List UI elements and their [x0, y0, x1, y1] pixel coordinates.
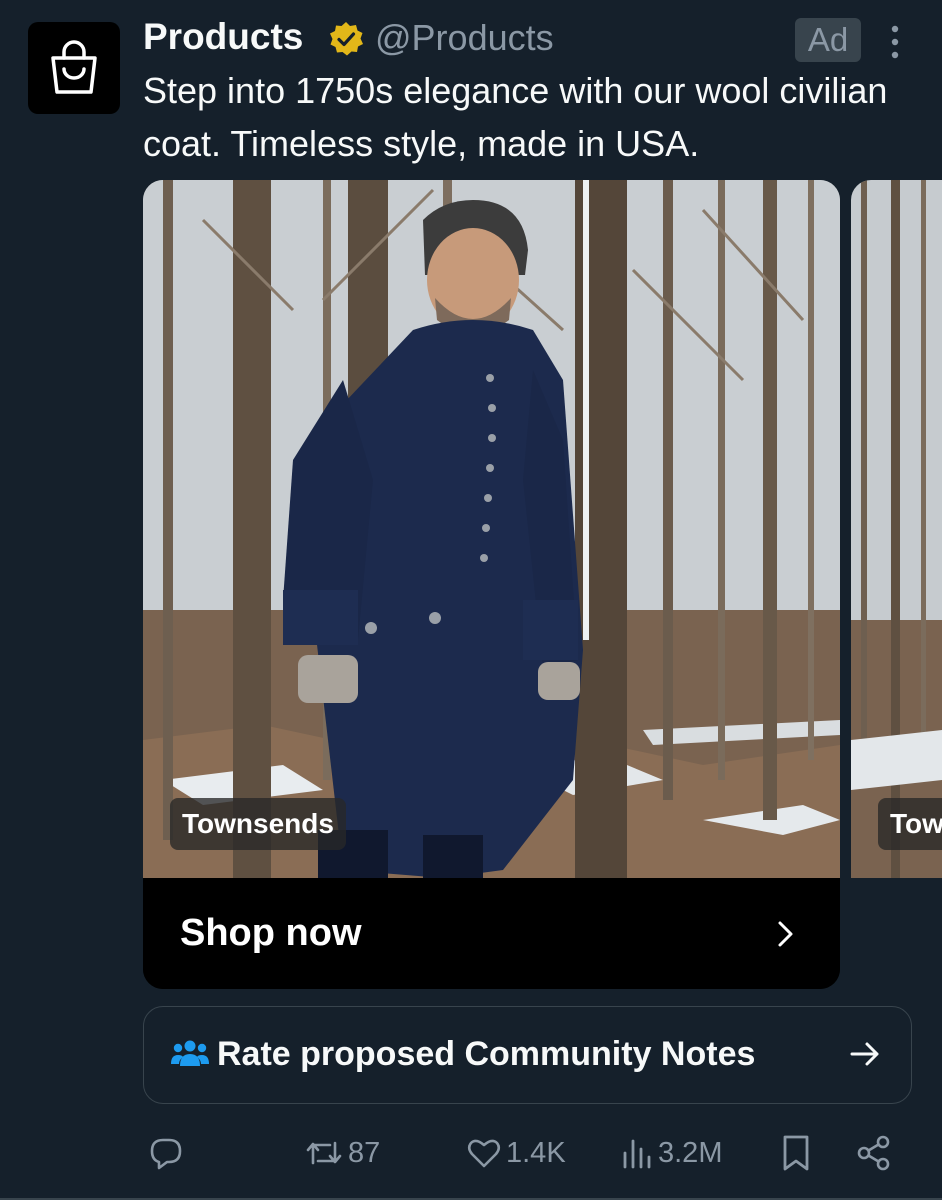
- shop-now-button[interactable]: Shop now: [143, 878, 840, 989]
- community-notes-button[interactable]: Rate proposed Community Notes: [143, 1006, 912, 1104]
- repost-button[interactable]: 87: [304, 1126, 380, 1180]
- bookmark-button[interactable]: [779, 1126, 813, 1180]
- more-icon[interactable]: [888, 22, 902, 62]
- repost-count: 87: [348, 1136, 381, 1169]
- ad-badge: Ad: [795, 18, 861, 62]
- post-header: Products @Products Ad: [143, 14, 942, 64]
- community-notes-label: Rate proposed Community Notes: [217, 1035, 756, 1073]
- avatar[interactable]: [28, 22, 120, 114]
- post-actions: 87 1.4K 3.2M: [0, 1126, 942, 1180]
- like-icon: [467, 1139, 501, 1168]
- views-icon: [623, 1139, 651, 1169]
- account-handle[interactable]: @Products: [375, 17, 554, 59]
- reply-icon: [150, 1138, 182, 1170]
- share-icon: [857, 1135, 890, 1171]
- shop-now-label: Shop now: [180, 912, 362, 954]
- like-count: 1.4K: [506, 1136, 566, 1169]
- bookmark-icon: [783, 1135, 809, 1171]
- repost-icon: [306, 1141, 342, 1165]
- reply-button[interactable]: [148, 1126, 184, 1180]
- views-button[interactable]: 3.2M: [620, 1126, 722, 1180]
- brand-tag: Townsends: [170, 798, 346, 850]
- shopping-bag-icon: [51, 40, 97, 94]
- product-card[interactable]: Townsends Shop now: [143, 180, 840, 989]
- share-button[interactable]: [856, 1126, 892, 1180]
- community-notes-icon: [171, 1040, 209, 1066]
- post-text: Step into 1750s elegance with our wool c…: [143, 70, 888, 164]
- arrow-right-icon: [850, 1042, 879, 1066]
- chevron-right-icon: [778, 921, 793, 947]
- next-brand-tag: Townsends: [878, 798, 942, 850]
- next-product-card[interactable]: Townsends: [851, 180, 942, 878]
- next-product-photo[interactable]: [851, 180, 942, 878]
- verified-badge-icon[interactable]: [328, 21, 364, 57]
- product-photo[interactable]: [143, 180, 840, 878]
- view-count: 3.2M: [658, 1136, 723, 1169]
- account-name[interactable]: Products: [143, 16, 303, 58]
- like-button[interactable]: 1.4K: [466, 1126, 566, 1180]
